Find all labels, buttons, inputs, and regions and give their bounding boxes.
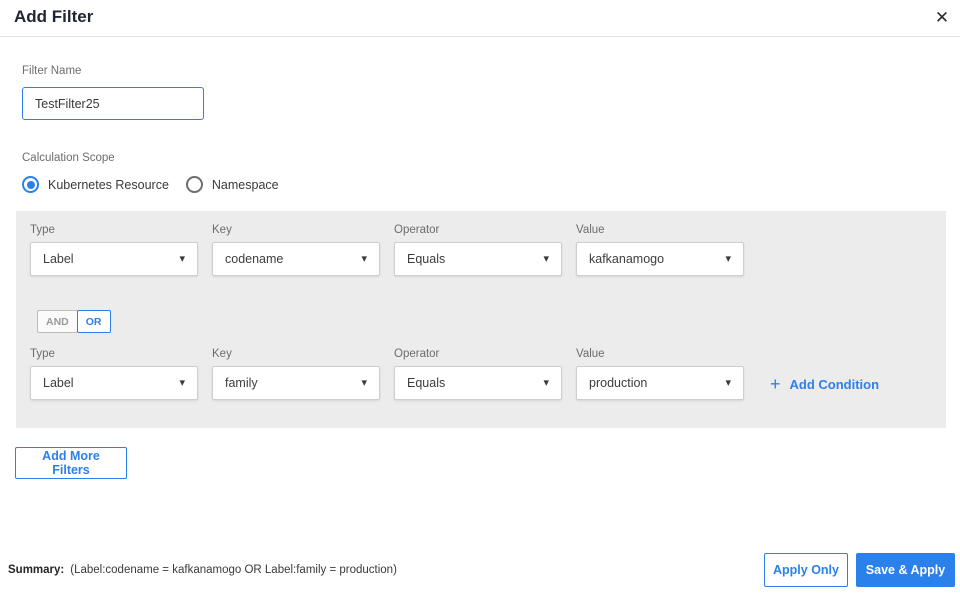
header-divider <box>0 36 960 37</box>
dialog-title: Add Filter <box>14 7 94 26</box>
selected-value: kafkanamogo <box>589 252 665 266</box>
operator-label: Operator <box>394 348 440 360</box>
type-label: Type <box>30 348 55 360</box>
chevron-down-icon: ▾ <box>725 376 731 389</box>
chevron-down-icon: ▾ <box>179 252 185 265</box>
value-label: Value <box>576 224 605 236</box>
calculation-scope-options: Kubernetes Resource Namespace <box>22 176 279 193</box>
condition-2-value-field: Value production ▾ <box>576 348 744 400</box>
condition-1-value-select[interactable]: kafkanamogo ▾ <box>576 242 744 276</box>
chevron-down-icon: ▾ <box>543 376 549 389</box>
scope-option-label: Namespace <box>211 177 279 192</box>
apply-only-button[interactable]: Apply Only <box>764 553 848 587</box>
scope-option-kubernetes-resource[interactable]: Kubernetes Resource <box>22 176 169 193</box>
condition-1-type-field: Type Label ▾ <box>30 224 198 276</box>
radio-kubernetes-resource-icon[interactable] <box>22 176 39 193</box>
value-label: Value <box>576 348 605 360</box>
selected-value: Label <box>43 376 74 390</box>
save-and-apply-button[interactable]: Save & Apply <box>856 553 955 587</box>
summary-label: Summary: <box>8 564 65 576</box>
condition-2-key-field: Key family ▾ <box>212 348 380 400</box>
close-icon[interactable]: ✕ <box>930 6 954 30</box>
condition-1-key-field: Key codename ▾ <box>212 224 380 276</box>
add-condition-button[interactable]: + Add Condition <box>770 375 879 393</box>
condition-2-key-select[interactable]: family ▾ <box>212 366 380 400</box>
scope-option-label: Kubernetes Resource <box>48 177 169 192</box>
logic-toggle: AND OR <box>37 310 111 333</box>
calculation-scope-label: Calculation Scope <box>22 152 115 164</box>
key-label: Key <box>212 348 232 360</box>
chevron-down-icon: ▾ <box>543 252 549 265</box>
chevron-down-icon: ▾ <box>179 376 185 389</box>
chevron-down-icon: ▾ <box>725 252 731 265</box>
selected-value: codename <box>225 252 284 266</box>
add-condition-label: Add Condition <box>789 376 880 392</box>
condition-1-value-field: Value kafkanamogo ▾ <box>576 224 744 276</box>
condition-2-value-select[interactable]: production ▾ <box>576 366 744 400</box>
add-more-filters-button[interactable]: Add More Filters <box>15 447 127 479</box>
selected-value: Label <box>43 252 74 266</box>
filter-name-input[interactable] <box>22 87 204 120</box>
footer-buttons: Apply Only Save & Apply <box>764 553 955 587</box>
radio-namespace-icon[interactable] <box>185 176 203 193</box>
condition-1-operator-select[interactable]: Equals ▾ <box>394 242 562 276</box>
condition-1-type-select[interactable]: Label ▾ <box>30 242 198 276</box>
selected-value: Equals <box>407 376 446 390</box>
condition-2-operator-field: Operator Equals ▾ <box>394 348 562 400</box>
condition-2-type-field: Type Label ▾ <box>30 348 198 400</box>
chevron-down-icon: ▾ <box>361 376 367 389</box>
chevron-down-icon: ▾ <box>361 252 367 265</box>
operator-label: Operator <box>394 224 440 236</box>
selected-value: production <box>589 376 648 390</box>
plus-icon: + <box>770 374 781 394</box>
type-label: Type <box>30 224 55 236</box>
condition-2-type-select[interactable]: Label ▾ <box>30 366 198 400</box>
key-label: Key <box>212 224 232 236</box>
selected-value: family <box>225 376 258 390</box>
summary-text: (Label:codename = kafkanamogo OR Label:f… <box>70 564 397 576</box>
condition-1-key-select[interactable]: codename ▾ <box>212 242 380 276</box>
conditions-panel: Type Label ▾ Key codename ▾ Operator Equ… <box>16 211 946 428</box>
summary: Summary: (Label:codename = kafkanamogo O… <box>8 564 397 576</box>
add-filter-dialog: Add Filter ✕ Filter Name Calculation Sco… <box>0 0 960 595</box>
scope-option-namespace[interactable]: Namespace <box>185 176 279 193</box>
footer: Summary: (Label:codename = kafkanamogo O… <box>0 552 960 588</box>
condition-2-operator-select[interactable]: Equals ▾ <box>394 366 562 400</box>
and-toggle-button[interactable]: AND <box>37 310 78 333</box>
or-toggle-button[interactable]: OR <box>76 310 111 333</box>
filter-name-label: Filter Name <box>22 65 82 77</box>
condition-1-operator-field: Operator Equals ▾ <box>394 224 562 276</box>
selected-value: Equals <box>407 252 446 266</box>
